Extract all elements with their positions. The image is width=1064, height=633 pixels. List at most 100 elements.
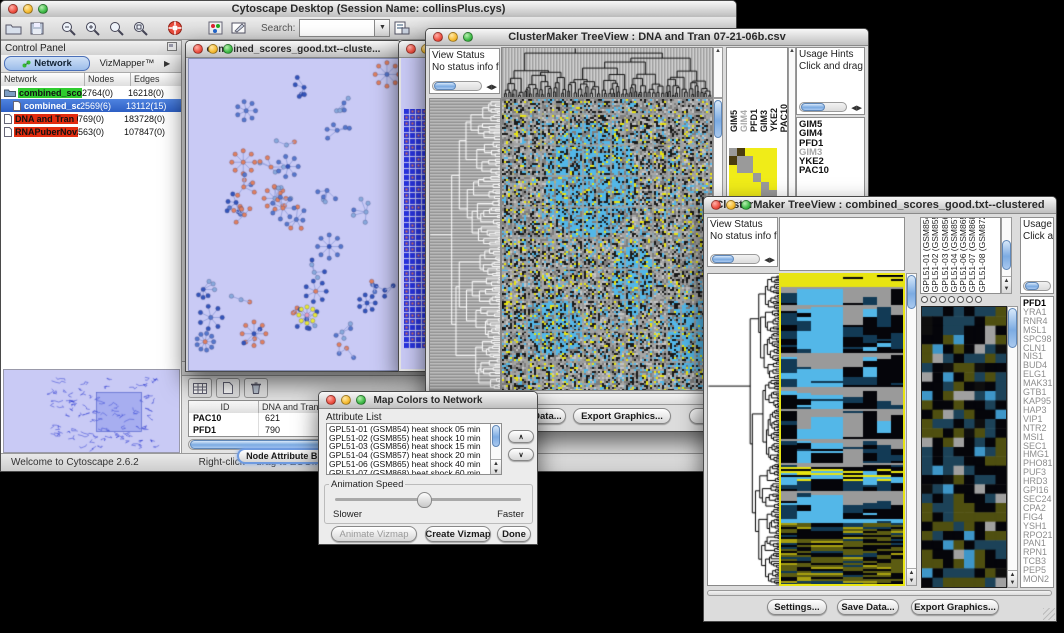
matrix-cell: [769, 165, 777, 173]
matrix-cell: [729, 156, 737, 164]
network-tree-row[interactable]: RNAPuberNov2+563(0)107847(0): [1, 125, 181, 138]
tv2-row-dendrogram[interactable]: [707, 273, 780, 586]
export-graphics-button[interactable]: Export Graphics...: [573, 408, 671, 424]
attribute-listbox[interactable]: GPL51-01 (GSM854) heat shock 05 minGPL51…: [326, 423, 502, 475]
tv2-column-label: GPL51-02 (GSM855): [931, 217, 940, 292]
tv2-gene-item[interactable]: MON2: [1023, 575, 1053, 584]
tv1-column-label: PFD1: [749, 109, 759, 132]
zoom-window-icon[interactable]: [38, 4, 48, 14]
zoom-selected-icon[interactable]: [105, 18, 129, 38]
close-icon[interactable]: [433, 32, 443, 42]
move-up-button[interactable]: ∧: [508, 430, 534, 443]
table-icon[interactable]: [188, 378, 212, 398]
save-icon[interactable]: [25, 18, 49, 38]
network-overview[interactable]: [3, 369, 180, 453]
attribute-list-vscrollbar[interactable]: ▲▼: [490, 424, 501, 474]
matrix-cell: [737, 182, 745, 190]
map-dialog-titlebar[interactable]: Map Colors to Network: [319, 392, 537, 409]
search-dropdown-button[interactable]: ▼: [375, 19, 390, 37]
cell-id: PFD1: [189, 425, 259, 437]
tv2-column-dendrogram[interactable]: [779, 217, 905, 271]
scroll-arrows-icon[interactable]: ◀▶: [764, 256, 775, 264]
minimize-icon[interactable]: [208, 44, 218, 54]
zoom-out-icon[interactable]: [57, 18, 81, 38]
tab-network[interactable]: Network: [4, 56, 90, 71]
tv1-status-hscrollbar[interactable]: [432, 81, 482, 91]
scroll-arrows-icon[interactable]: ◀▶: [486, 83, 497, 91]
col-network[interactable]: Network: [1, 73, 85, 86]
close-icon[interactable]: [193, 44, 203, 54]
matrix-cell: [761, 173, 769, 181]
minimize-icon[interactable]: [448, 32, 458, 42]
zoom-window-icon[interactable]: [356, 395, 366, 405]
tv2-zoom-vscrollbar[interactable]: ▲▼: [1007, 306, 1018, 588]
tv2-labels-scrollbar[interactable]: ▲▼: [1001, 217, 1012, 294]
network-tree-row[interactable]: DNA and Tran 07769(0)183728(0): [1, 112, 181, 125]
zoom-in-icon[interactable]: [81, 18, 105, 38]
zoom-window-icon[interactable]: [223, 44, 233, 54]
open-icon[interactable]: [1, 18, 25, 38]
tv1-heatmap[interactable]: [501, 98, 713, 391]
float-panel-icon[interactable]: [167, 42, 177, 54]
dp-col-id[interactable]: ID: [189, 401, 259, 413]
network-canvas[interactable]: [188, 58, 401, 371]
minimize-icon[interactable]: [726, 200, 736, 210]
tv2-zoom-heatmap[interactable]: [921, 306, 1007, 588]
network-view-titlebar[interactable]: combined_scores_good.txt--cluste...: [186, 41, 401, 58]
export-graphics-button[interactable]: Export Graphics...: [911, 599, 999, 615]
settings-button[interactable]: Settings...: [767, 599, 827, 615]
minimize-icon[interactable]: [341, 395, 351, 405]
treeview2-titlebar[interactable]: ClusterMaker TreeView : combined_scores_…: [704, 197, 1056, 214]
tv1-corner-strip: ▲: [713, 47, 723, 98]
network-tree-row[interactable]: combined_scores2764(0)16218(0): [1, 86, 181, 99]
zoom-window-icon[interactable]: [741, 200, 751, 210]
network-tree-row[interactable]: combined_sco2569(6)13112(15): [1, 99, 181, 112]
done-button[interactable]: Done: [497, 526, 531, 542]
close-icon[interactable]: [326, 395, 336, 405]
main-titlebar[interactable]: Cytoscape Desktop (Session Name: collins…: [1, 1, 736, 18]
delete-trash-icon[interactable]: [244, 378, 268, 398]
zoom-fit-icon[interactable]: [129, 18, 153, 38]
tv1-hints-hscrollbar[interactable]: [799, 102, 847, 112]
speed-slider-thumb[interactable]: [417, 492, 432, 508]
matrix-cell: [745, 156, 753, 164]
tv1-gene-item[interactable]: PAC10: [799, 166, 864, 175]
vizmapper-icon[interactable]: [203, 18, 227, 38]
zoom-window-icon[interactable]: [463, 32, 473, 42]
col-nodes[interactable]: Nodes: [85, 73, 131, 86]
treeview1-titlebar[interactable]: ClusterMaker TreeView : DNA and Tran 07-…: [426, 29, 868, 46]
save-data-button[interactable]: Save Data...: [837, 599, 899, 615]
close-icon[interactable]: [406, 44, 416, 54]
matrix-cell: [729, 148, 737, 156]
scroll-arrows-icon[interactable]: ◀▶: [851, 104, 862, 112]
tv2-vscrollbar[interactable]: ▲▼: [906, 273, 917, 586]
tv1-column-label: YKE2: [769, 108, 779, 132]
new-page-icon[interactable]: [216, 378, 240, 398]
search-input[interactable]: [299, 19, 375, 37]
tab-vizmapper[interactable]: VizMapper™: [90, 58, 164, 69]
create-vizmap-button[interactable]: Create Vizmap: [425, 526, 491, 542]
matrix-cell: [753, 148, 761, 156]
close-icon[interactable]: [711, 200, 721, 210]
tv2-heatmap[interactable]: [779, 273, 905, 586]
network-edges: 183728(0): [124, 114, 165, 124]
minimize-icon[interactable]: [23, 4, 33, 14]
move-down-button[interactable]: ∨: [508, 448, 534, 461]
tv1-column-dendrogram[interactable]: [501, 47, 713, 98]
resize-grip-icon[interactable]: [1043, 608, 1055, 620]
matrix-cell: [737, 173, 745, 181]
tv2-column-label: GPL51-08 (GSM872): [978, 217, 987, 292]
tab-overflow-arrow[interactable]: ▶: [164, 59, 170, 68]
col-edges[interactable]: Edges: [131, 73, 181, 86]
network-edges: 13112(15): [126, 101, 166, 111]
close-icon[interactable]: [8, 4, 18, 14]
tv1-row-dendrogram[interactable]: [429, 98, 501, 391]
tv2-hints-hscrollbar[interactable]: [1023, 281, 1051, 291]
annotation-icon[interactable]: [227, 18, 251, 38]
help-lifesaver-icon[interactable]: [163, 18, 187, 38]
matrix-cell: [753, 156, 761, 164]
window-controls[interactable]: [8, 4, 48, 14]
search-options-icon[interactable]: [390, 18, 414, 38]
attribute-item[interactable]: GPL51-07 (GSM868) heat shock 60 min: [329, 469, 501, 475]
tv2-status-hscrollbar[interactable]: [710, 254, 760, 264]
